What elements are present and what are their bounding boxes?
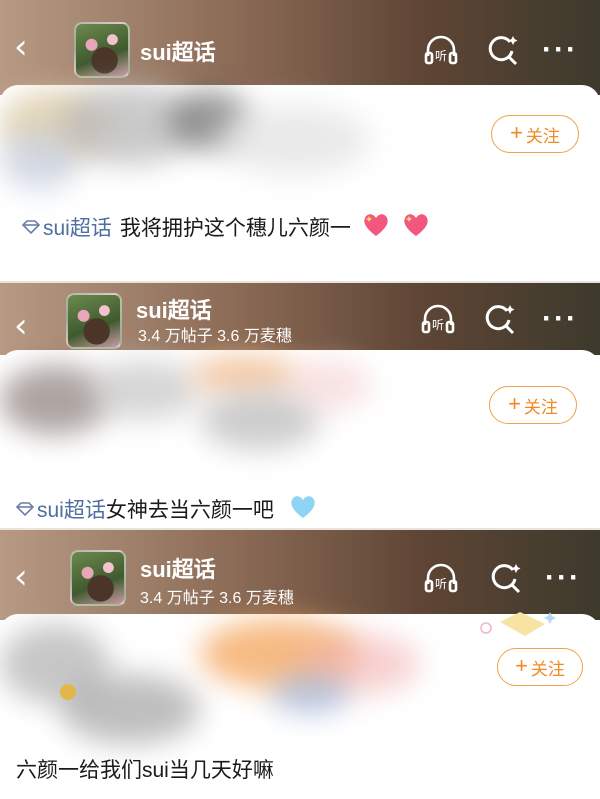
topic-avatar[interactable] — [66, 293, 122, 349]
topic-stats: 3.4 万帖子 3.6 万麦穗 — [140, 590, 294, 607]
back-chevron-icon[interactable]: ‹ — [14, 560, 28, 594]
topic-avatar[interactable] — [70, 550, 126, 606]
headphones-listen-icon[interactable]: 听 — [418, 299, 458, 339]
post-text-line: sui超话 女神去当六颜一吧 — [16, 492, 318, 526]
post-text: 六颜一给我们sui当几天好嘛 — [16, 759, 274, 782]
svg-text:听: 听 — [435, 49, 447, 63]
topic-link[interactable]: sui超话 — [22, 212, 112, 242]
topic-link-label: sui超话 — [43, 217, 112, 240]
svg-text:听: 听 — [435, 577, 447, 591]
blurred-image — [90, 360, 200, 420]
pink-heart-sparkle-icon — [361, 210, 391, 244]
svg-text:听: 听 — [432, 318, 444, 332]
topic-title[interactable]: sui超话 — [140, 552, 216, 584]
topic-link-label: sui超话 — [37, 499, 106, 522]
topic-avatar[interactable] — [74, 22, 130, 78]
verified-badge-icon — [60, 684, 76, 700]
plus-icon: + — [515, 653, 528, 678]
diamond-icon — [22, 220, 40, 234]
search-sparkle-icon[interactable] — [483, 30, 523, 70]
more-dots-icon[interactable]: ··· — [540, 30, 580, 70]
more-dots-icon[interactable]: ··· — [540, 299, 580, 339]
sticker-decoration — [470, 602, 560, 647]
follow-button[interactable]: + 关注 — [497, 648, 583, 686]
light-blue-heart-icon — [288, 492, 318, 526]
screenshot-panel-2: ‹ sui超话 3.4 万帖子 3.6 万麦穗 听 ··· + 关注 sui超话 — [0, 283, 600, 530]
screenshot-panel-1: ‹ sui超话 听 ··· + 关注 sui超话 我将拥护这个穗儿六颜一 — [0, 0, 600, 283]
post-text-line: sui超话 我将拥护这个穗儿六颜一 — [22, 210, 431, 244]
back-chevron-icon[interactable]: ‹ — [14, 309, 28, 343]
blurred-image — [290, 360, 370, 410]
plus-icon: + — [510, 120, 523, 145]
blurred-image — [270, 674, 350, 714]
search-sparkle-icon[interactable] — [486, 558, 526, 598]
screenshot-panel-3: ‹ sui超话 3.4 万帖子 3.6 万麦穗 听 ··· + 关注 六颜一给我… — [0, 530, 600, 799]
follow-label: 关注 — [523, 397, 558, 417]
post-text: 女神去当六颜一吧 — [105, 499, 274, 522]
follow-label: 关注 — [525, 126, 560, 146]
follow-button[interactable]: + 关注 — [491, 115, 579, 153]
plus-icon: + — [508, 391, 521, 416]
post-text-line: 六颜一给我们sui当几天好嘛 — [16, 754, 274, 784]
headphones-listen-icon[interactable]: 听 — [421, 558, 461, 598]
more-dots-icon[interactable]: ··· — [543, 558, 583, 598]
headphones-listen-icon[interactable]: 听 — [421, 30, 461, 70]
topic-title[interactable]: sui超话 — [140, 35, 216, 67]
topic-title[interactable]: sui超话 — [136, 293, 212, 325]
pink-heart-sparkle-icon — [401, 210, 431, 244]
diamond-icon — [16, 502, 34, 516]
blurred-image — [60, 674, 200, 744]
topic-link[interactable]: sui超话 — [16, 494, 106, 524]
follow-label: 关注 — [530, 659, 565, 679]
follow-button[interactable]: + 关注 — [489, 386, 577, 424]
search-sparkle-icon[interactable] — [480, 299, 520, 339]
post-text: 我将拥护这个穗儿六颜一 — [119, 217, 351, 240]
back-chevron-icon[interactable]: ‹ — [14, 30, 28, 64]
blurred-image — [190, 355, 300, 395]
topic-stats: 3.4 万帖子 3.6 万麦穗 — [138, 328, 292, 345]
blurred-image — [220, 105, 370, 175]
